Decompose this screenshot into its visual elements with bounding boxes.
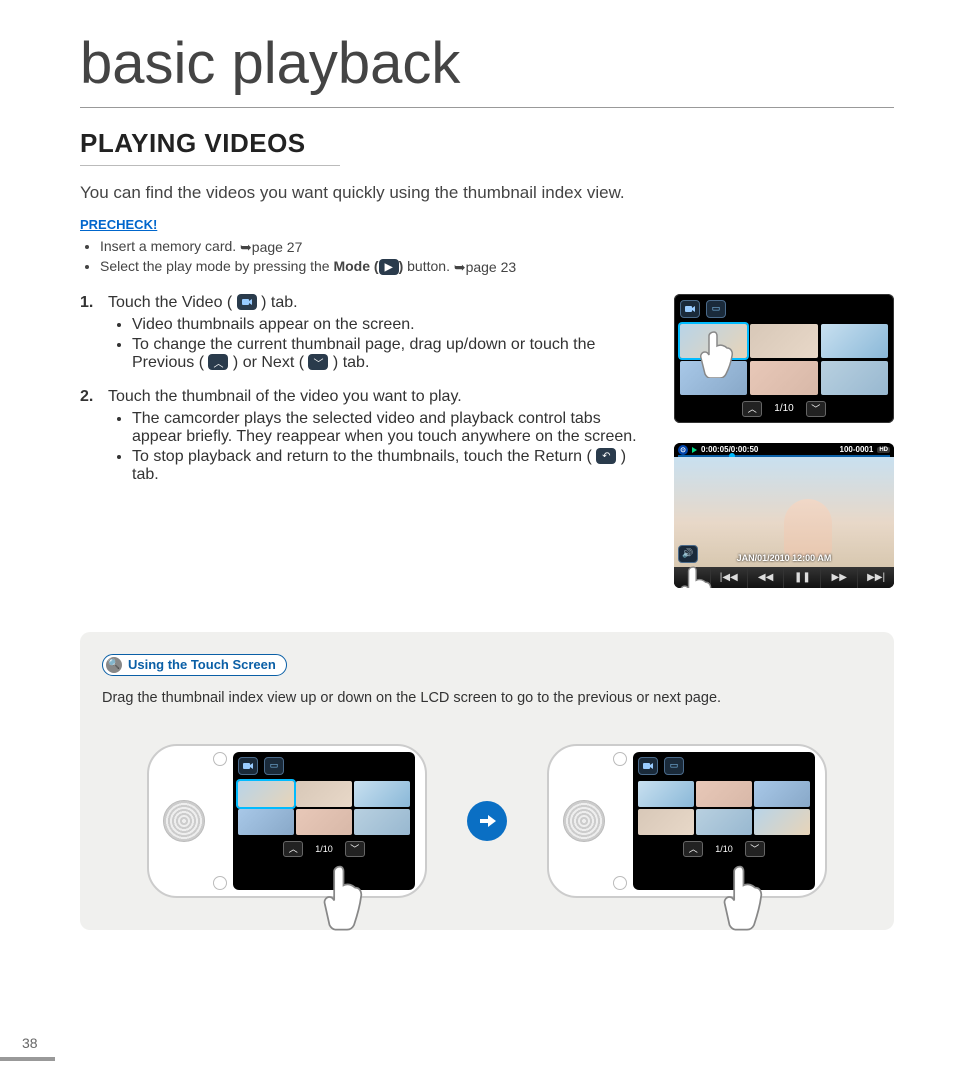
video-thumbnail[interactable] (680, 361, 747, 395)
page-ref: ➥page 27 (240, 239, 302, 256)
return-icon: ↶ (596, 448, 616, 464)
bullet: The camcorder plays the selected video a… (132, 410, 654, 446)
rule (0, 1057, 55, 1061)
text: Select the play mode by pressing the (100, 258, 333, 274)
video-thumbnail[interactable] (680, 324, 747, 358)
quality-icon: HD (877, 447, 890, 453)
page-indicator: 1/10 (715, 844, 733, 854)
text: ) tab. (328, 354, 369, 371)
video-thumbnail[interactable] (696, 809, 752, 835)
step-number: 1. (80, 294, 100, 374)
lens-icon (163, 800, 205, 842)
previous-page-button[interactable]: ︿ (683, 841, 703, 857)
info-pill: 🔍 Using the Touch Screen (102, 654, 287, 676)
video-thumbnail[interactable] (696, 781, 752, 807)
mode-label: Mode ( (333, 258, 378, 274)
video-thumbnail[interactable] (750, 324, 817, 358)
step-text: Touch the Video ( (108, 294, 237, 311)
video-thumbnail[interactable] (754, 781, 810, 807)
video-thumbnail[interactable] (638, 781, 694, 807)
video-tab-icon[interactable] (680, 300, 700, 318)
precheck-item: Select the play mode by pressing the Mod… (100, 258, 894, 276)
bullet: To stop playback and return to the thumb… (132, 448, 654, 484)
info-title: Using the Touch Screen (128, 657, 276, 672)
clip-number: 100-0001 (840, 445, 874, 454)
step-text: ) tab. (257, 294, 298, 311)
bullet: Video thumbnails appear on the screen. (132, 316, 654, 334)
next-icon: ﹀ (308, 354, 328, 370)
touch-hand-icon (680, 562, 718, 588)
video-thumbnail[interactable] (821, 361, 888, 395)
hardware-button (613, 752, 627, 766)
text: To stop playback and return to the thumb… (132, 448, 596, 465)
hardware-button (613, 876, 627, 890)
text: ) (399, 258, 408, 274)
arrow-right-icon (467, 801, 507, 841)
play-mode-icon: ▶ (379, 259, 399, 275)
video-thumbnail[interactable] (750, 361, 817, 395)
intro-text: You can find the videos you want quickly… (80, 183, 894, 203)
text: ) or Next ( (228, 354, 308, 371)
photo-tab-icon[interactable]: ▭ (664, 757, 684, 775)
video-thumbnail[interactable] (296, 781, 352, 807)
step: 1. Touch the Video ( ) tab. Video thumbn… (80, 294, 654, 374)
previous-page-button[interactable]: ︿ (283, 841, 303, 857)
touch-hand-icon (323, 862, 371, 932)
video-thumbnail[interactable] (296, 809, 352, 835)
page-indicator: 1/10 (774, 403, 793, 414)
text: button. (407, 258, 454, 274)
storage-icon: ⊙ (678, 445, 688, 455)
photo-tab-icon[interactable]: ▭ (264, 757, 284, 775)
touch-hand-icon (723, 862, 771, 932)
hardware-button (213, 876, 227, 890)
device-figure-before: SAMSUNG ▭ ︿ (137, 726, 437, 916)
playback-screen-figure: ⊙ 0:00:05/0:00:50 100-0001 HD ▭ ⊞ 🔊 JAN/… (674, 443, 894, 588)
lens-icon (563, 800, 605, 842)
thumbnail-screen-figure: ▭ ︿ 1/10 ﹀ (674, 294, 894, 423)
rule (80, 165, 340, 166)
video-frame[interactable]: 🔊 JAN/01/2010 12:00 AM (674, 457, 894, 567)
previous-icon: ︿ (208, 354, 228, 370)
video-thumbnail[interactable] (354, 809, 410, 835)
info-text: Drag the thumbnail index view up or down… (102, 690, 872, 706)
video-tab-icon[interactable] (238, 757, 258, 775)
next-page-button[interactable]: ﹀ (745, 841, 765, 857)
device-figure-after: SAMSUNG ▭ ︿ (537, 726, 837, 916)
video-thumbnail[interactable] (821, 324, 888, 358)
precheck-list: Insert a memory card. ➥page 27 Select th… (80, 238, 894, 276)
text: Insert a memory card. (100, 238, 240, 254)
video-thumbnail[interactable] (754, 809, 810, 835)
hardware-button (213, 752, 227, 766)
step-text: Touch the thumbnail of the video you wan… (108, 388, 462, 405)
page-number: 38 (22, 1035, 38, 1051)
precheck-label: PRECHECK! (80, 217, 894, 232)
page-indicator: 1/10 (315, 844, 333, 854)
steps: 1. Touch the Video ( ) tab. Video thumbn… (80, 294, 654, 500)
video-tab-icon[interactable] (638, 757, 658, 775)
bullet: To change the current thumbnail page, dr… (132, 336, 654, 372)
next-clip-button[interactable]: ▶▶| (858, 568, 894, 588)
photo-tab-icon[interactable]: ▭ (706, 300, 726, 318)
next-page-button[interactable]: ﹀ (806, 401, 826, 417)
video-thumbnail[interactable] (638, 809, 694, 835)
pause-button[interactable]: ❚❚ (784, 568, 821, 588)
forward-button[interactable]: ▶▶ (821, 568, 858, 588)
video-thumbnail[interactable] (238, 781, 294, 807)
next-page-button[interactable]: ﹀ (345, 841, 365, 857)
step: 2. Touch the thumbnail of the video you … (80, 388, 654, 486)
magnifier-icon: 🔍 (106, 657, 122, 673)
section-title: PLAYING VIDEOS (80, 128, 894, 159)
video-thumbnail[interactable] (354, 781, 410, 807)
rewind-button[interactable]: ◀◀ (748, 568, 785, 588)
step-number: 2. (80, 388, 100, 486)
rule (80, 107, 894, 108)
page-ref: ➥page 23 (454, 259, 516, 276)
info-box: 🔍 Using the Touch Screen Drag the thumbn… (80, 632, 894, 930)
precheck-item: Insert a memory card. ➥page 27 (100, 238, 894, 256)
video-tab-icon (237, 294, 257, 310)
previous-page-button[interactable]: ︿ (742, 401, 762, 417)
video-thumbnail[interactable] (238, 809, 294, 835)
playing-icon (692, 447, 697, 453)
chapter-title: basic playback (80, 30, 894, 97)
